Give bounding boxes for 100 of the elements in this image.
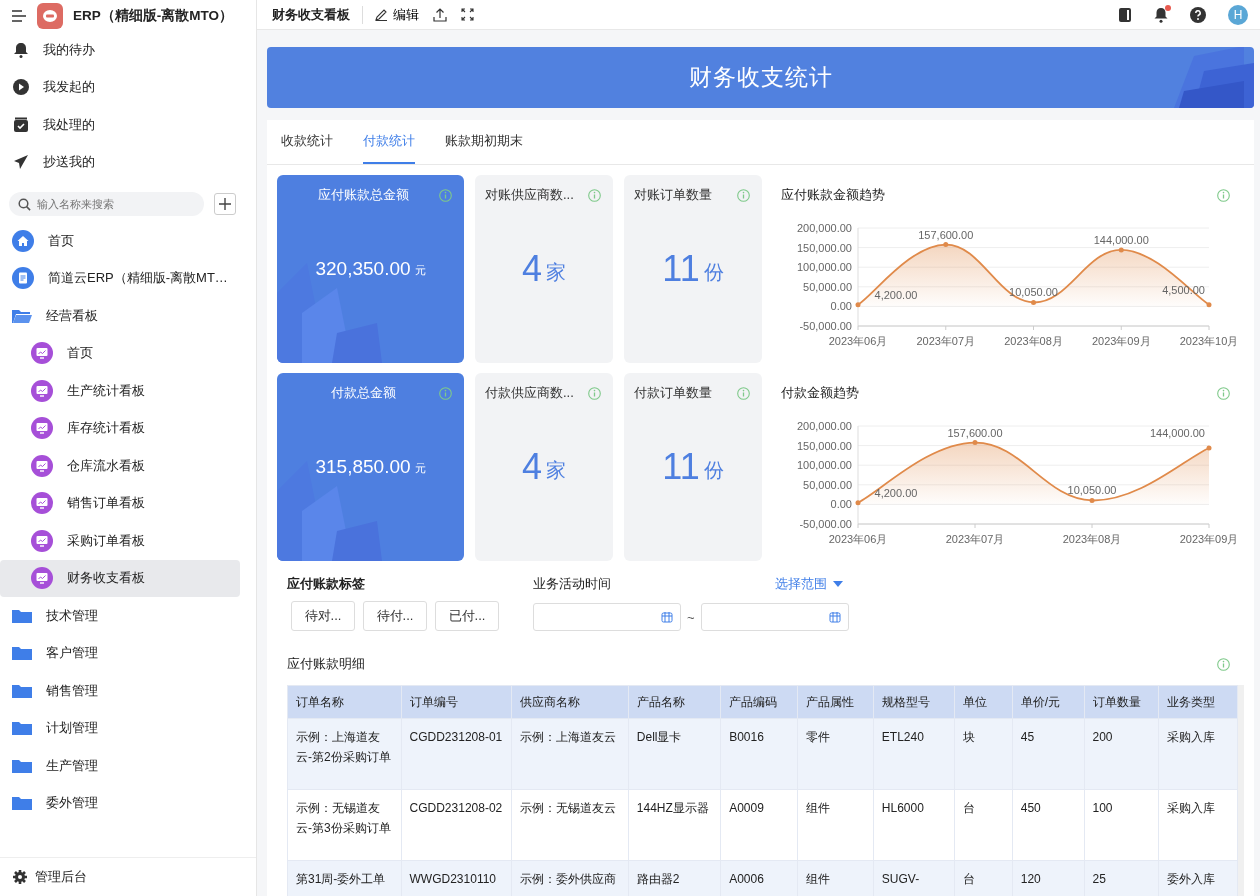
tree-item[interactable]: 采购订单看板 (0, 522, 240, 560)
upload-icon[interactable] (433, 7, 447, 22)
info-icon[interactable] (439, 386, 452, 400)
document-icon (12, 267, 34, 290)
card-value: 4 (522, 247, 542, 290)
axis-label: 2023年08月 (1004, 335, 1063, 347)
filter-label: 业务活动时间 (533, 575, 611, 593)
table-cell: 450 (1012, 789, 1084, 861)
data-point[interactable] (855, 302, 861, 308)
send-icon (13, 154, 29, 171)
tree-item[interactable]: 首页 (0, 222, 240, 260)
tab[interactable]: 付款统计 (363, 120, 415, 164)
card-value: 4 (522, 445, 542, 488)
nav-item[interactable]: 我处理的 (0, 106, 256, 144)
menu-icon[interactable] (11, 9, 27, 23)
edit-button[interactable]: 编辑 (375, 5, 419, 24)
table-cell: 台 (955, 860, 1013, 896)
info-icon[interactable] (1217, 657, 1230, 671)
table-cell: A0006 (720, 860, 798, 896)
axis-label: 2023年09月 (1179, 533, 1239, 545)
admin-link[interactable]: 管理后台 (0, 857, 256, 896)
table-cell: 45 (1012, 718, 1084, 790)
info-icon[interactable] (1217, 386, 1230, 400)
info-icon[interactable] (588, 188, 601, 202)
column-header: 单位 (955, 685, 1013, 719)
data-point[interactable] (1206, 302, 1212, 308)
info-icon[interactable] (1217, 188, 1230, 202)
help-icon[interactable] (1190, 6, 1206, 23)
notification-icon[interactable] (1154, 6, 1168, 23)
column-header: 订单编号 (401, 685, 512, 719)
info-icon[interactable] (737, 386, 750, 400)
axis-label: -50,000.00 (799, 518, 852, 530)
card-title: 付款订单数量 (634, 384, 712, 402)
tag-filter-button[interactable]: 已付... (435, 601, 499, 631)
tag-filter-button[interactable]: 待付... (363, 601, 427, 631)
info-icon[interactable] (588, 386, 601, 400)
table-cell: 采购入库 (1158, 789, 1238, 861)
data-point[interactable] (943, 242, 949, 248)
tree-item[interactable]: 仓库流水看板 (0, 447, 240, 485)
nav-item[interactable]: 抄送我的 (0, 143, 256, 181)
data-point[interactable] (855, 500, 861, 506)
tab[interactable]: 收款统计 (281, 120, 333, 164)
tree-item[interactable]: 首页 (0, 334, 240, 372)
data-label: 4,200.00 (874, 288, 918, 301)
tree-item[interactable]: 生产管理 (0, 747, 240, 785)
data-point[interactable] (1118, 247, 1124, 253)
data-point[interactable] (972, 440, 978, 446)
tree-item[interactable]: 财务收支看板 (0, 559, 240, 597)
banner-title: 财务收支统计 (688, 63, 833, 92)
date-field[interactable] (533, 603, 681, 631)
table-cell: SUGV- (873, 860, 955, 896)
tree-item[interactable]: 生产统计看板 (0, 372, 240, 410)
table-cell: 第31周-委外工单 (287, 860, 402, 896)
axis-label: 150,000.00 (796, 439, 852, 452)
search-field[interactable]: 输入名称来搜索 (9, 192, 204, 216)
tree-item[interactable]: 销售管理 (0, 672, 240, 710)
tree-item[interactable]: 委外管理 (0, 784, 240, 822)
table-cell: 100 (1084, 789, 1159, 861)
unit-label: 元 (414, 263, 426, 278)
card-value: 11 (662, 247, 700, 290)
card-value: 320,350.00 (315, 257, 411, 280)
axis-label: 50,000.00 (803, 478, 852, 491)
unit-label: 份 (703, 458, 724, 483)
tree-item[interactable]: 计划管理 (0, 709, 240, 747)
card-value: 11 (662, 445, 700, 488)
info-icon[interactable] (439, 188, 452, 202)
axis-label: 2023年10月 (1179, 335, 1239, 347)
tree-item[interactable]: 客户管理 (0, 634, 240, 672)
nav-item[interactable]: 我发起的 (0, 68, 256, 106)
fullscreen-icon[interactable] (461, 8, 474, 21)
data-label: 144,000.00 (1149, 426, 1205, 439)
axis-label: -50,000.00 (799, 320, 852, 332)
column-header: 规格型号 (873, 685, 955, 719)
table-cell: 示例：上海道友云 (511, 718, 629, 790)
chart-title: 应付账款金额趋势 (781, 186, 885, 204)
tree-item[interactable]: 技术管理 (0, 597, 240, 635)
unit-label: 家 (546, 260, 566, 285)
table-cell: 台 (955, 789, 1013, 861)
column-header: 订单名称 (287, 685, 402, 719)
tag-filter-button[interactable]: 待对... (291, 601, 355, 631)
info-icon[interactable] (737, 188, 750, 202)
tab[interactable]: 账款期初期末 (445, 120, 523, 164)
tree-item[interactable]: 简道云ERP（精细版-离散MT… (0, 259, 240, 297)
data-point[interactable] (1031, 299, 1036, 305)
tree-item[interactable]: 经营看板 (0, 297, 240, 335)
table-cell: 组件 (797, 860, 874, 896)
nav-item[interactable]: 我的待办 (0, 31, 256, 69)
data-label: 144,000.00 (1093, 233, 1149, 246)
data-point[interactable] (1089, 497, 1095, 503)
tree-item[interactable]: 销售订单看板 (0, 484, 240, 522)
date-field[interactable] (700, 603, 849, 631)
axis-label: 2023年07月 (916, 335, 976, 347)
settings-icon (13, 870, 27, 884)
axis-label: 200,000.00 (796, 420, 852, 432)
add-button[interactable] (214, 193, 236, 215)
book-icon[interactable] (1118, 6, 1132, 23)
tree-item[interactable]: 库存统计看板 (0, 409, 240, 447)
data-point[interactable] (1206, 445, 1212, 451)
range-dropdown[interactable]: 选择范围 (774, 575, 843, 593)
page-title: 财务收支看板 (272, 5, 350, 24)
